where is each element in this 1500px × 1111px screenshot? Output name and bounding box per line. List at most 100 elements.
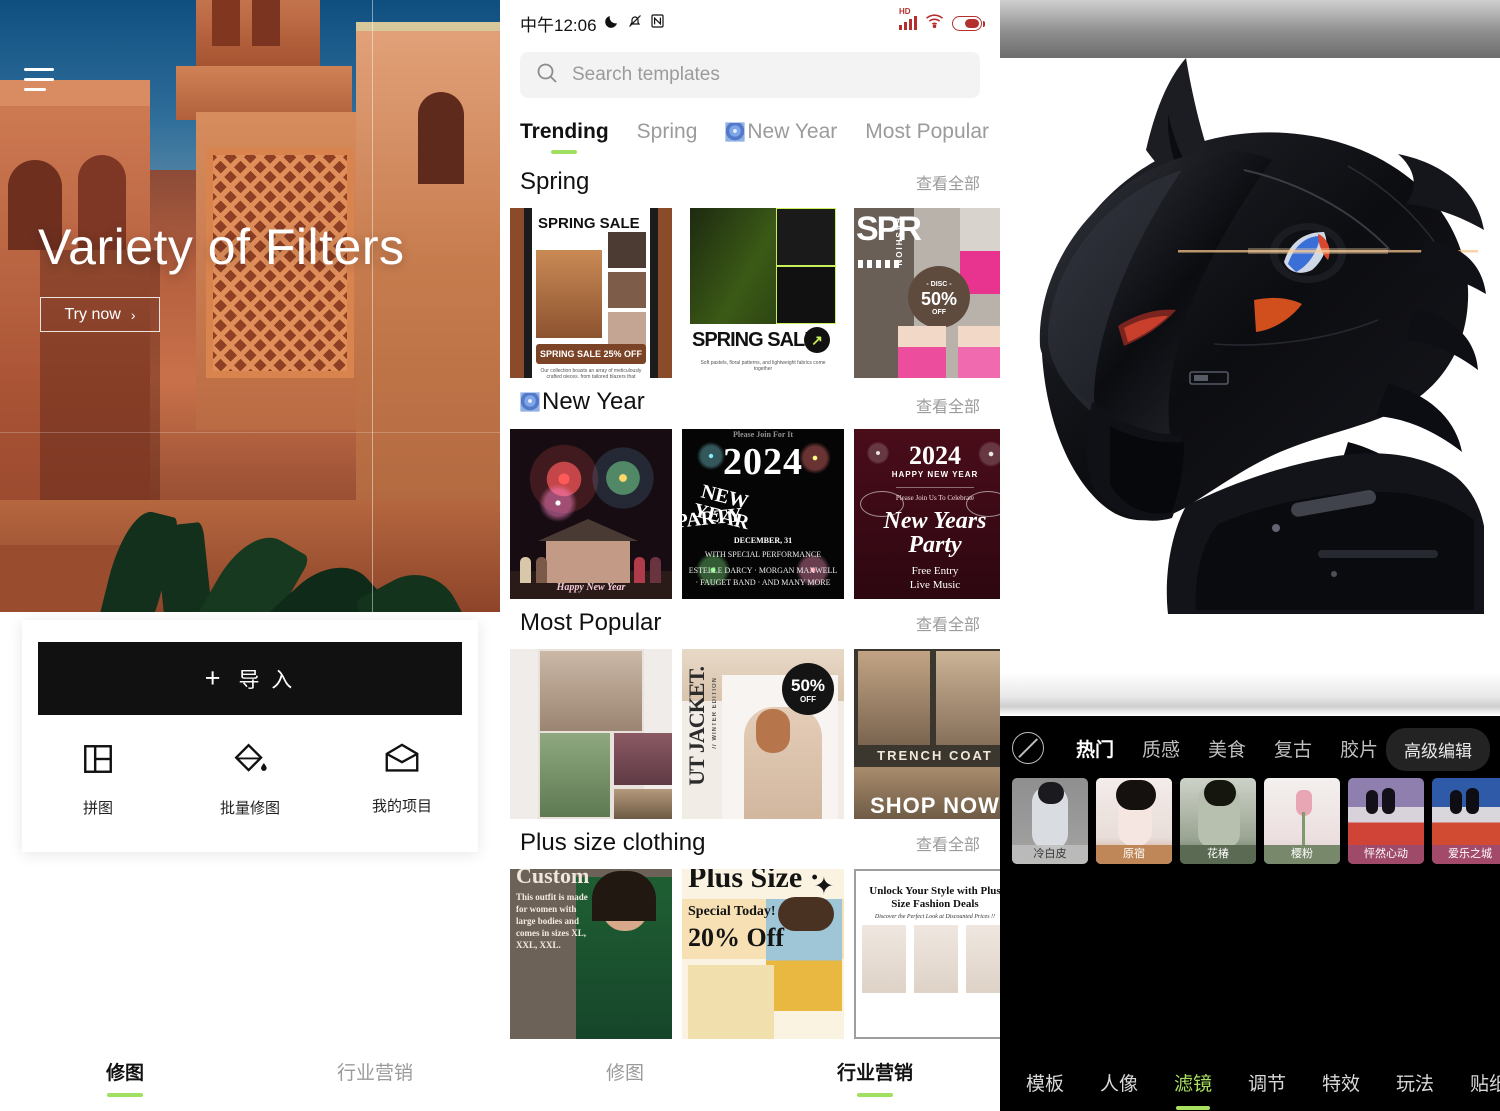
status-bar: 中午12:06 HD: [500, 0, 1000, 46]
filter-thumb[interactable]: 花椿: [1180, 778, 1256, 864]
filter-thumbnail-strip[interactable]: 冷白皮 原宿 花椿 樱粉 怦然心动 爱乐之城: [1000, 764, 1500, 864]
filter-editor-tray: 热门 质感 美食 复古 胶片 自 高级编辑 冷白皮: [1000, 716, 1500, 1111]
template-card[interactable]: Custom This outfit is made for women wit…: [510, 869, 672, 1039]
nfc-icon: [650, 13, 665, 34]
template-date: DECEMBER, 31: [733, 536, 793, 545]
tab-label: Spring: [636, 120, 698, 143]
template-card[interactable]: SPRING SALE ↗ Soft pastels, floral patte…: [682, 208, 844, 378]
template-caption: Soft pastels, floral patterns, and light…: [700, 360, 826, 372]
see-all-link-spring[interactable]: 查看全部: [916, 170, 980, 194]
template-card[interactable]: TRENCH COAT SHOP NOW: [854, 649, 1000, 819]
status-bar-right: HD: [899, 7, 985, 33]
left-bottom-tabbar: 修图 行业营销: [0, 1058, 500, 1097]
deco: [776, 208, 836, 266]
nav-portrait[interactable]: 人像: [1082, 1069, 1156, 1096]
template-card[interactable]: Unlock Your Style with Plus Size Fashion…: [854, 869, 1000, 1039]
tab-new-year[interactable]: New Year: [725, 120, 837, 158]
download-icon[interactable]: [1444, 110, 1470, 140]
filter-thumb[interactable]: 爱乐之城: [1432, 778, 1500, 864]
filter-category-texture[interactable]: 质感: [1128, 735, 1194, 762]
nav-filters[interactable]: 滤镜: [1156, 1069, 1230, 1096]
template-card[interactable]: UT JACKET. // WINTER EDITION 50% OFF: [682, 649, 844, 819]
nav-playtime[interactable]: 玩法: [1378, 1069, 1452, 1096]
filter-category-film[interactable]: 胶片: [1326, 735, 1392, 762]
deco: [540, 733, 610, 817]
deco: [914, 925, 958, 993]
filter-thumb-label: 怦然心动: [1348, 845, 1424, 864]
template-card[interactable]: [510, 649, 672, 819]
filter-thumb[interactable]: 怦然心动: [1348, 778, 1424, 864]
tab-retouch[interactable]: 修图: [0, 1058, 250, 1097]
see-all-link-new-year[interactable]: 查看全部: [916, 393, 980, 417]
image-canvas[interactable]: [1000, 58, 1500, 715]
deco: [634, 557, 645, 583]
hamburger-menu-icon[interactable]: [24, 68, 54, 96]
section-header-most-popular: Most Popular 查看全部: [500, 599, 1000, 649]
template-offer: 20% Off: [688, 923, 785, 952]
nav-stickers[interactable]: 贴纸: [1452, 1069, 1500, 1096]
nav-effects[interactable]: 特效: [1304, 1069, 1378, 1096]
template-headline: SPRING SALE: [538, 215, 640, 232]
hd-label: HD: [899, 7, 911, 16]
quick-action-label: 批量修图: [219, 800, 280, 817]
quick-actions-row: 拼图 批量修图 我的项目: [22, 742, 478, 818]
sparkle-icon: ✦: [813, 873, 834, 900]
filter-thumb[interactable]: 樱粉: [1264, 778, 1340, 864]
tab-most-popular[interactable]: Most Popular: [865, 120, 989, 158]
quick-action-batch-edit[interactable]: 批量修图: [174, 742, 326, 818]
tab-retouch[interactable]: 修图: [500, 1058, 750, 1097]
badge-main: 50%: [920, 289, 958, 309]
signal-bars-icon: HD: [899, 7, 917, 30]
template-card[interactable]: Please Join For It 2024 NEW YEAR PARTY D…: [682, 429, 844, 599]
template-card[interactable]: 2024 HAPPY NEW YEAR Please Join Us To Ce…: [854, 429, 1000, 599]
try-now-button[interactable]: Try now ›: [40, 297, 160, 332]
try-now-label: Try now: [64, 305, 121, 323]
see-all-link-most-popular[interactable]: 查看全部: [916, 611, 980, 635]
filter-category-retro[interactable]: 复古: [1260, 735, 1326, 762]
template-card[interactable]: Happy New Year: [510, 429, 672, 599]
template-row-plus-size[interactable]: Custom This outfit is made for women wit…: [500, 869, 1000, 1039]
tab-spring[interactable]: Spring: [637, 120, 698, 158]
nav-templates[interactable]: 模板: [1008, 1069, 1082, 1096]
close-icon[interactable]: [1030, 110, 1060, 140]
tab-trending[interactable]: Trending: [520, 120, 609, 158]
deco: [536, 250, 602, 338]
deco: [862, 925, 906, 993]
template-info-2: Live Music: [909, 579, 961, 591]
template-caption: Our collection boasts an array of meticu…: [540, 368, 642, 378]
advanced-edit-button[interactable]: 高级编辑: [1386, 728, 1490, 771]
quick-action-collage[interactable]: 拼图: [22, 742, 174, 818]
tab-industry-marketing[interactable]: 行业营销: [750, 1058, 1000, 1097]
tab-industry-marketing[interactable]: 行业营销: [250, 1058, 500, 1097]
template-card[interactable]: SPRING SALE SPRING SALE 25% OFF Our coll…: [510, 208, 672, 378]
deco: [688, 965, 774, 1039]
no-filter-circle-slash-icon[interactable]: [1012, 732, 1044, 764]
template-banner: SPRING SALE 25% OFF: [536, 344, 646, 364]
deco: [510, 649, 538, 819]
deco: [608, 272, 646, 308]
middle-bottom-tabbar: 修图 行业营销: [500, 1058, 1000, 1097]
template-card[interactable]: Plus Size · ✦ Special Today! 20% Off: [682, 869, 844, 1039]
template-card[interactable]: SPR FASHION - DISC - 50% OFF: [854, 208, 1000, 378]
filter-category-hot[interactable]: 热门: [1062, 735, 1128, 762]
filter-thumb[interactable]: 原宿: [1096, 778, 1172, 864]
hero-title: Variety of Filters: [38, 219, 405, 275]
see-all-link-plus-size[interactable]: 查看全部: [916, 831, 980, 855]
import-button[interactable]: + 导 入: [38, 642, 462, 715]
search-input[interactable]: Search templates: [520, 52, 980, 98]
filter-thumb[interactable]: 冷白皮: [1012, 778, 1088, 864]
template-row-new-year[interactable]: Happy New Year Please Join For It 2024 N…: [500, 429, 1000, 599]
section-header-plus-size: Plus size clothing 查看全部: [500, 819, 1000, 869]
bell-muted-icon: [627, 13, 643, 34]
template-row-most-popular[interactable]: UT JACKET. // WINTER EDITION 50% OFF TRE…: [500, 649, 1000, 819]
quick-action-my-projects[interactable]: 我的项目: [326, 742, 478, 818]
template-invite: Please Join Us To Celebrate: [895, 494, 975, 502]
nav-adjust[interactable]: 调节: [1230, 1069, 1304, 1096]
template-headline: SPR: [856, 210, 922, 248]
section-header-spring: Spring 查看全部: [500, 158, 1000, 208]
filter-thumb-label: 冷白皮: [1012, 845, 1088, 864]
hero-banner[interactable]: Variety of Filters Try now ›: [0, 0, 500, 612]
filter-category-food[interactable]: 美食: [1194, 735, 1260, 762]
editor-bottom-nav: 模板 人像 滤镜 调节 特效 玩法 贴纸: [1000, 1053, 1500, 1111]
template-row-spring[interactable]: SPRING SALE SPRING SALE 25% OFF Our coll…: [500, 208, 1000, 378]
